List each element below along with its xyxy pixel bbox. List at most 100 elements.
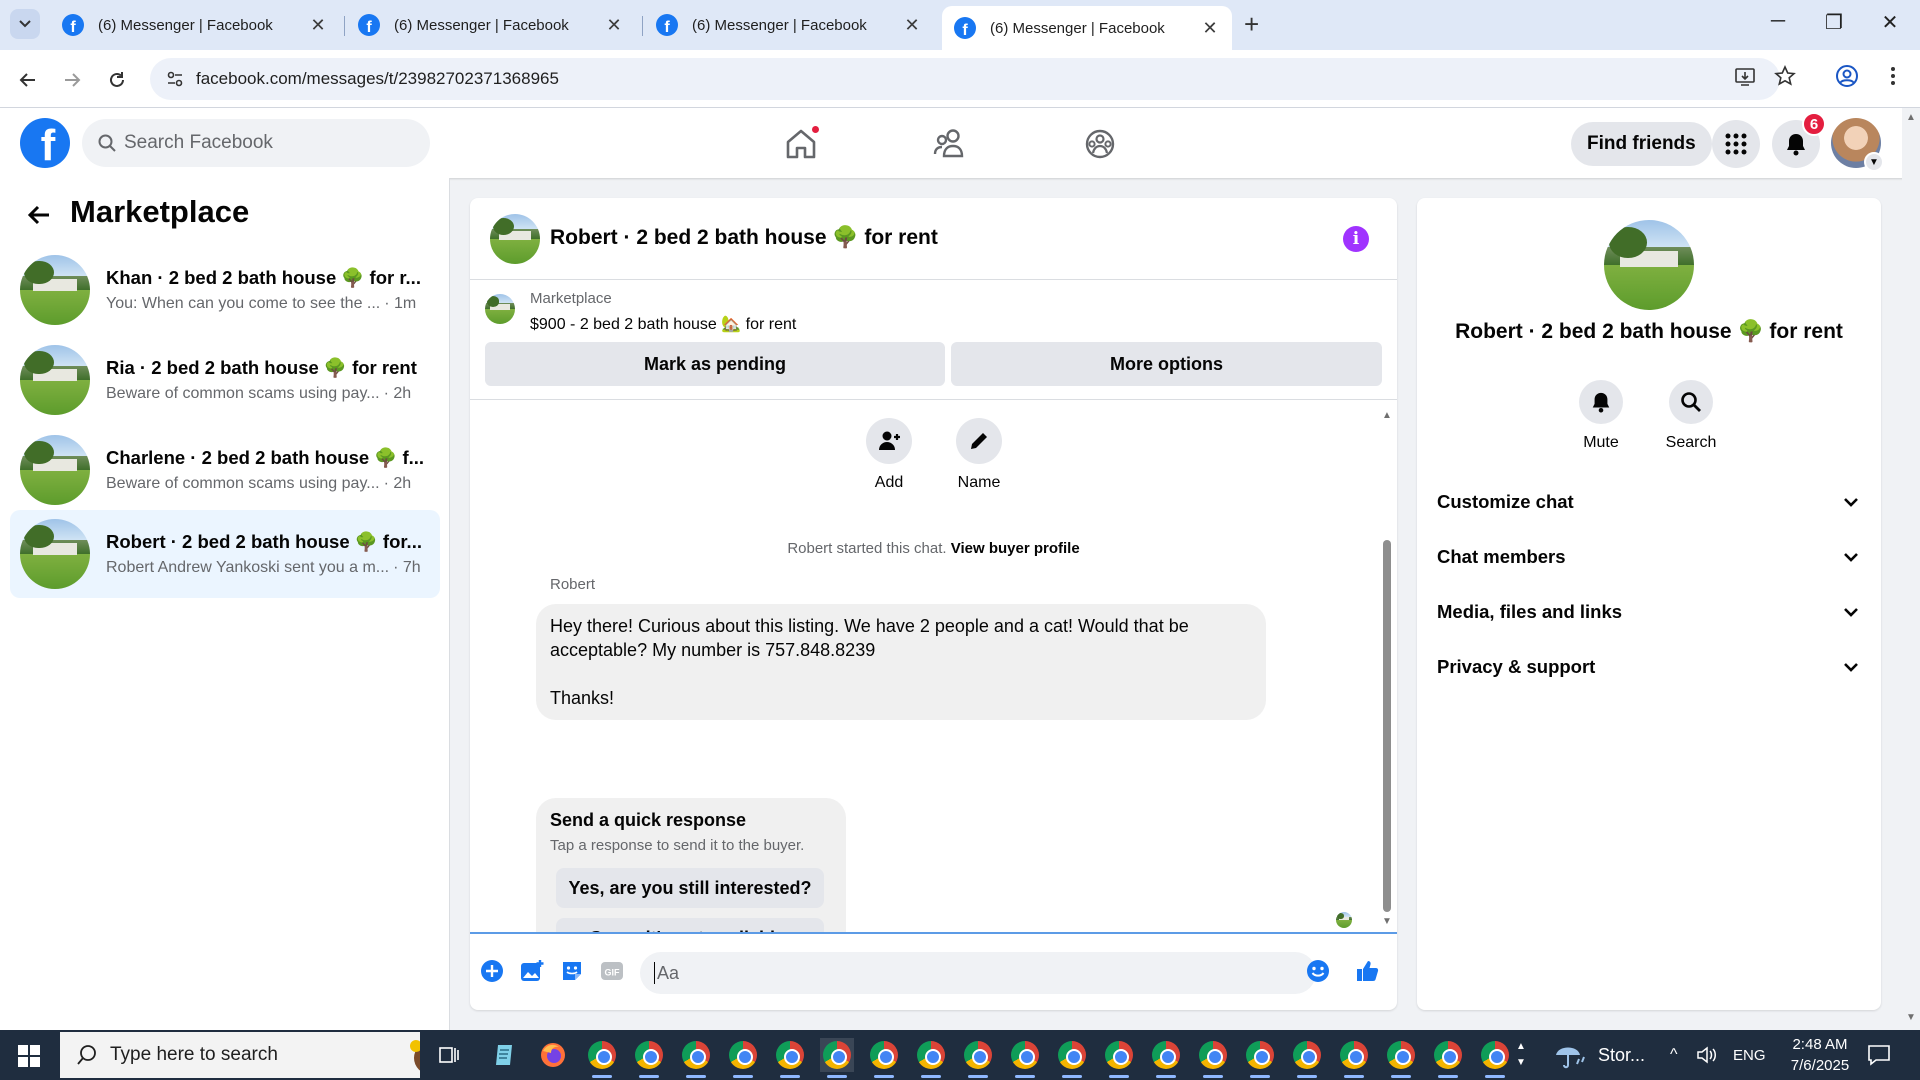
reload-button[interactable]	[102, 65, 132, 95]
chrome-taskbar-icon-active[interactable]	[820, 1038, 854, 1078]
quick-response-interested-button[interactable]: Yes, are you still interested?	[556, 868, 824, 908]
browser-tab[interactable]: f (6) Messenger | Facebook ✕	[50, 7, 340, 43]
sticker-icon[interactable]	[559, 958, 585, 984]
forward-button[interactable]	[57, 65, 87, 95]
chrome-taskbar-icon[interactable]	[773, 1038, 807, 1078]
more-options-button[interactable]: More options	[951, 342, 1382, 386]
bookmark-button[interactable]	[1772, 63, 1798, 89]
chrome-taskbar-icon[interactable]	[1102, 1038, 1136, 1078]
minimize-button[interactable]: ─	[1758, 10, 1798, 33]
message-input[interactable]: Aa	[640, 952, 1316, 994]
browser-menu-button[interactable]	[1880, 63, 1906, 89]
quick-response-unavailable-button[interactable]: Sorry, it's not available.	[556, 918, 824, 932]
tab-search-button[interactable]	[10, 9, 40, 39]
weather-widget[interactable]: Stor...	[1552, 1030, 1645, 1080]
account-chevron-icon[interactable]: ▼	[1864, 152, 1884, 172]
name-chat-action[interactable]: Name	[934, 418, 1024, 492]
message-scrollbar[interactable]: ▲ ▼	[1380, 410, 1392, 930]
chat-members-row[interactable]: Chat members	[1437, 537, 1861, 577]
chrome-taskbar-icon[interactable]	[1431, 1038, 1465, 1078]
task-view-icon[interactable]	[432, 1038, 466, 1072]
chrome-taskbar-icon[interactable]	[1384, 1038, 1418, 1078]
menu-button[interactable]	[1712, 120, 1760, 168]
chrome-taskbar-icon[interactable]	[632, 1038, 666, 1078]
conversation-item-active[interactable]: Robert · 2 bed 2 bath house 🌳 for... Rob…	[10, 510, 440, 598]
conversation-item[interactable]: Charlene · 2 bed 2 bath house 🌳 f... Bew…	[10, 426, 440, 514]
chrome-taskbar-icon[interactable]	[1478, 1038, 1512, 1078]
listing-title[interactable]: $900 - 2 bed 2 bath house 🏡 for rent	[530, 314, 796, 334]
close-window-button[interactable]: ✕	[1870, 10, 1910, 35]
chevron-up-icon[interactable]: ▲	[1516, 1039, 1526, 1055]
site-settings-icon[interactable]	[166, 70, 184, 88]
facebook-search-input[interactable]: Search Facebook	[82, 119, 430, 167]
page-scroll-up-icon[interactable]: ▲	[1906, 112, 1916, 123]
mark-as-pending-button[interactable]: Mark as pending	[485, 342, 945, 386]
new-tab-button[interactable]: +	[1244, 11, 1259, 37]
thumbs-up-icon[interactable]	[1354, 958, 1380, 984]
find-friends-button[interactable]: Find friends	[1571, 122, 1712, 166]
profile-button[interactable]	[1834, 63, 1860, 89]
show-hidden-icons-button[interactable]: ^	[1670, 1030, 1678, 1080]
page-scroll-down-icon[interactable]: ▼	[1906, 1012, 1916, 1023]
page-scrollbar[interactable]: ▲ ▼	[1902, 108, 1920, 1030]
friends-icon[interactable]	[931, 124, 971, 164]
chrome-taskbar-icon[interactable]	[1008, 1038, 1042, 1078]
chat-title[interactable]: Robert · 2 bed 2 bath house 🌳 for rent	[550, 226, 938, 250]
conversation-item[interactable]: Ria · 2 bed 2 bath house 🌳 for rent Bewa…	[10, 336, 440, 424]
search-in-conversation-action[interactable]: Search	[1651, 380, 1731, 452]
customize-chat-row[interactable]: Customize chat	[1437, 482, 1861, 522]
scrollbar-thumb[interactable]	[1383, 540, 1391, 912]
chrome-taskbar-icon[interactable]	[1243, 1038, 1277, 1078]
gif-icon[interactable]: GIF	[599, 958, 625, 984]
message-bubble[interactable]: Hey there! Curious about this listing. W…	[536, 604, 1266, 720]
groups-icon[interactable]	[1080, 124, 1120, 164]
facebook-logo-icon[interactable]: f	[20, 118, 70, 168]
address-bar[interactable]: facebook.com/messages/t/2398270237136896…	[150, 58, 1780, 100]
back-arrow-icon[interactable]	[24, 200, 54, 230]
browser-tab-active[interactable]: f (6) Messenger | Facebook ✕	[942, 6, 1232, 50]
listing-thumbnail[interactable]	[485, 294, 515, 324]
browser-tab[interactable]: f (6) Messenger | Facebook ✕	[644, 7, 934, 43]
chrome-taskbar-icon[interactable]	[1149, 1038, 1183, 1078]
close-tab-icon[interactable]: ✕	[308, 15, 328, 36]
chrome-taskbar-icon[interactable]	[914, 1038, 948, 1078]
media-files-links-row[interactable]: Media, files and links	[1437, 592, 1861, 632]
notification-center-icon[interactable]	[1866, 1030, 1892, 1080]
back-button[interactable]	[13, 65, 43, 95]
browser-tab[interactable]: f (6) Messenger | Facebook ✕	[346, 7, 636, 43]
close-tab-icon[interactable]: ✕	[902, 15, 922, 36]
taskbar-search-input[interactable]: Type here to search	[60, 1032, 420, 1078]
chrome-taskbar-icon[interactable]	[1290, 1038, 1324, 1078]
firefox-app-icon[interactable]	[536, 1038, 570, 1072]
chrome-taskbar-icon[interactable]	[679, 1038, 713, 1078]
scroll-down-arrow-icon[interactable]: ▼	[1382, 916, 1392, 927]
close-tab-icon[interactable]: ✕	[1200, 18, 1220, 39]
chat-details-avatar[interactable]	[1604, 220, 1694, 310]
windows-start-icon[interactable]	[18, 1045, 40, 1067]
chevron-down-icon[interactable]: ▼	[1516, 1055, 1526, 1071]
chrome-taskbar-icon[interactable]	[1337, 1038, 1371, 1078]
chrome-taskbar-icon[interactable]	[1196, 1038, 1230, 1078]
emoji-icon[interactable]	[1305, 958, 1331, 984]
chrome-taskbar-icon[interactable]	[867, 1038, 901, 1078]
plus-circle-icon[interactable]	[479, 958, 505, 984]
add-people-action[interactable]: Add	[844, 418, 934, 492]
info-icon[interactable]: i	[1343, 226, 1369, 252]
view-buyer-profile-link[interactable]: View buyer profile	[951, 540, 1080, 557]
close-tab-icon[interactable]: ✕	[604, 15, 624, 36]
conversation-item[interactable]: Khan · 2 bed 2 bath house 🌳 for r... You…	[10, 246, 440, 334]
chrome-taskbar-icon[interactable]	[1055, 1038, 1089, 1078]
privacy-support-row[interactable]: Privacy & support	[1437, 647, 1861, 687]
photo-icon[interactable]	[519, 958, 545, 984]
chat-listing-avatar[interactable]	[490, 214, 540, 264]
taskbar-clock[interactable]: 2:48 AM 7/6/2025	[1772, 1034, 1868, 1076]
chrome-taskbar-icon[interactable]	[726, 1038, 760, 1078]
mute-action[interactable]: Mute	[1561, 380, 1641, 452]
scroll-up-arrow-icon[interactable]: ▲	[1382, 410, 1392, 421]
notepad-app-icon[interactable]	[488, 1038, 522, 1072]
language-indicator[interactable]: ENG	[1733, 1030, 1766, 1080]
volume-icon[interactable]	[1696, 1030, 1718, 1080]
taskbar-overflow-arrows[interactable]: ▲ ▼	[1516, 1030, 1526, 1080]
chrome-taskbar-icon[interactable]	[585, 1038, 619, 1078]
chrome-taskbar-icon[interactable]	[961, 1038, 995, 1078]
